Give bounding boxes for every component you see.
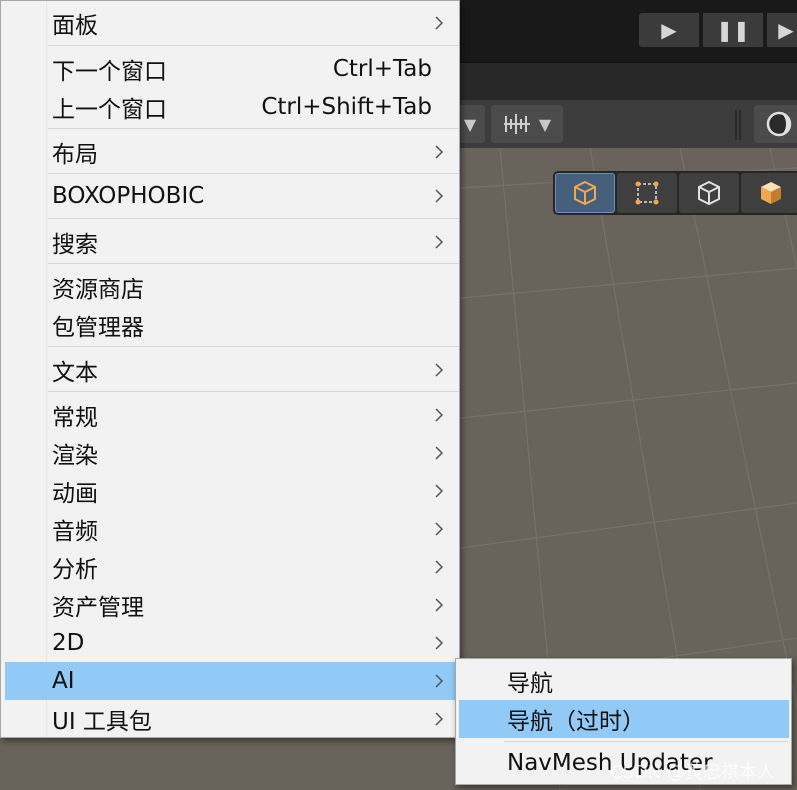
chevron-right-icon xyxy=(431,521,447,537)
menu-item-label: 上一个窗口 xyxy=(52,97,167,123)
solid-cube-button[interactable] xyxy=(741,173,797,213)
audio-toggle-dropdown[interactable]: ▼ xyxy=(491,105,563,143)
menu-item-asset-management[interactable]: 资产管理 xyxy=(5,586,457,624)
chevron-right-icon xyxy=(431,362,447,378)
menu-item-layouts[interactable]: 布局 xyxy=(5,133,457,171)
menu-separator xyxy=(48,173,459,174)
shading-mode-button[interactable] xyxy=(754,105,797,143)
pause-button[interactable]: ❚❚ xyxy=(702,12,764,48)
menu-item-label: 动画 xyxy=(52,481,98,507)
menu-item-label: 布局 xyxy=(52,142,98,168)
chevron-right-icon xyxy=(431,711,447,727)
menu-item-label: 资产管理 xyxy=(52,595,144,621)
cube-outline-icon xyxy=(574,180,596,206)
menu-item-label: 分析 xyxy=(52,557,98,583)
menu-separator xyxy=(504,741,788,742)
rect-tool-button[interactable] xyxy=(617,173,677,213)
chevron-down-icon: ▼ xyxy=(463,114,477,134)
scene-gizmo-toolbar xyxy=(553,171,797,215)
chevron-right-icon xyxy=(431,635,447,651)
chevron-right-icon xyxy=(431,407,447,423)
menu-item-label: 文本 xyxy=(52,360,98,386)
menu-item-next-window[interactable]: 下一个窗口 Ctrl+Tab xyxy=(5,50,457,88)
chevron-right-icon xyxy=(431,673,447,689)
menu-separator xyxy=(48,263,459,264)
menu-item-animation[interactable]: 动画 xyxy=(5,472,457,510)
menu-item-shortcut: Ctrl+Tab xyxy=(332,56,432,82)
play-button[interactable]: ▶ xyxy=(638,12,700,48)
submenu-item-navigation-obsolete[interactable]: 导航（过时） xyxy=(459,700,789,738)
menu-item-label: 2D xyxy=(52,630,85,656)
chevron-right-icon xyxy=(431,559,447,575)
chevron-down-icon: ▼ xyxy=(538,114,552,134)
menu-item-boxophobic[interactable]: BOXOPHOBIC xyxy=(5,177,457,215)
menu-item-prev-window[interactable]: 上一个窗口 Ctrl+Shift+Tab xyxy=(5,88,457,126)
audio-waveform-icon xyxy=(503,114,530,134)
step-icon: ▶ xyxy=(778,18,794,42)
move-tool-button[interactable] xyxy=(555,173,615,213)
window-context-menu: 面板 下一个窗口 Ctrl+Tab 上一个窗口 Ctrl+Shift+Tab 布… xyxy=(0,0,460,738)
chevron-right-icon xyxy=(431,445,447,461)
submenu-item-label: 导航（过时） xyxy=(507,709,645,735)
menu-item-panels[interactable]: 面板 xyxy=(5,4,457,42)
menu-item-label: 音频 xyxy=(52,519,98,545)
menu-item-2d[interactable]: 2D xyxy=(5,624,457,662)
menu-item-analysis[interactable]: 分析 xyxy=(5,548,457,586)
shading-sphere-icon xyxy=(766,111,792,137)
menu-item-shortcut: Ctrl+Shift+Tab xyxy=(261,94,432,120)
menu-item-label: 搜索 xyxy=(52,232,98,258)
menu-item-search[interactable]: 搜索 xyxy=(5,223,457,261)
submenu-item-navigation[interactable]: 导航 xyxy=(459,662,789,700)
step-button[interactable]: ▶ xyxy=(766,12,797,48)
menu-item-label: 包管理器 xyxy=(52,315,144,341)
menu-separator xyxy=(48,346,459,347)
cube-tool-button[interactable] xyxy=(679,173,739,213)
submenu-item-label: 导航 xyxy=(507,671,553,697)
chevron-right-icon xyxy=(431,188,447,204)
chevron-right-icon xyxy=(431,483,447,499)
menu-item-package-manager[interactable]: 包管理器 xyxy=(5,306,457,344)
watermark: CSDN @黄忠祺本人 xyxy=(610,762,776,783)
menu-item-label: 下一个窗口 xyxy=(52,59,167,85)
rect-transform-icon xyxy=(635,181,659,205)
menu-item-asset-store[interactable]: 资源商店 xyxy=(5,268,457,306)
menu-item-label: 资源商店 xyxy=(52,277,144,303)
menu-separator xyxy=(48,128,459,129)
menu-item-label: BOXOPHOBIC xyxy=(52,183,205,209)
menu-item-text[interactable]: 文本 xyxy=(5,351,457,389)
menu-item-ui-toolkit[interactable]: UI 工具包 xyxy=(5,700,457,738)
play-icon: ▶ xyxy=(661,18,677,42)
chevron-right-icon xyxy=(431,15,447,31)
cube-solid-icon xyxy=(761,182,781,204)
menu-item-label: AI xyxy=(52,668,75,694)
menu-item-audio[interactable]: 音频 xyxy=(5,510,457,548)
menu-item-label: 常规 xyxy=(52,405,98,431)
menu-item-ai[interactable]: AI xyxy=(5,662,457,700)
menu-separator xyxy=(48,391,459,392)
menu-item-label: 面板 xyxy=(52,13,98,39)
chevron-right-icon xyxy=(431,597,447,613)
chevron-right-icon xyxy=(431,144,447,160)
menu-item-label: 渲染 xyxy=(52,443,98,469)
chevron-right-icon xyxy=(431,234,447,250)
menu-separator xyxy=(48,218,459,219)
menu-item-general[interactable]: 常规 xyxy=(5,396,457,434)
menu-item-label: UI 工具包 xyxy=(52,709,152,735)
menu-item-rendering[interactable]: 渲染 xyxy=(5,434,457,472)
cube-outline-icon xyxy=(698,180,720,206)
menu-separator xyxy=(48,45,459,46)
toolbar-separator xyxy=(735,110,741,140)
pause-icon: ❚❚ xyxy=(716,18,750,42)
